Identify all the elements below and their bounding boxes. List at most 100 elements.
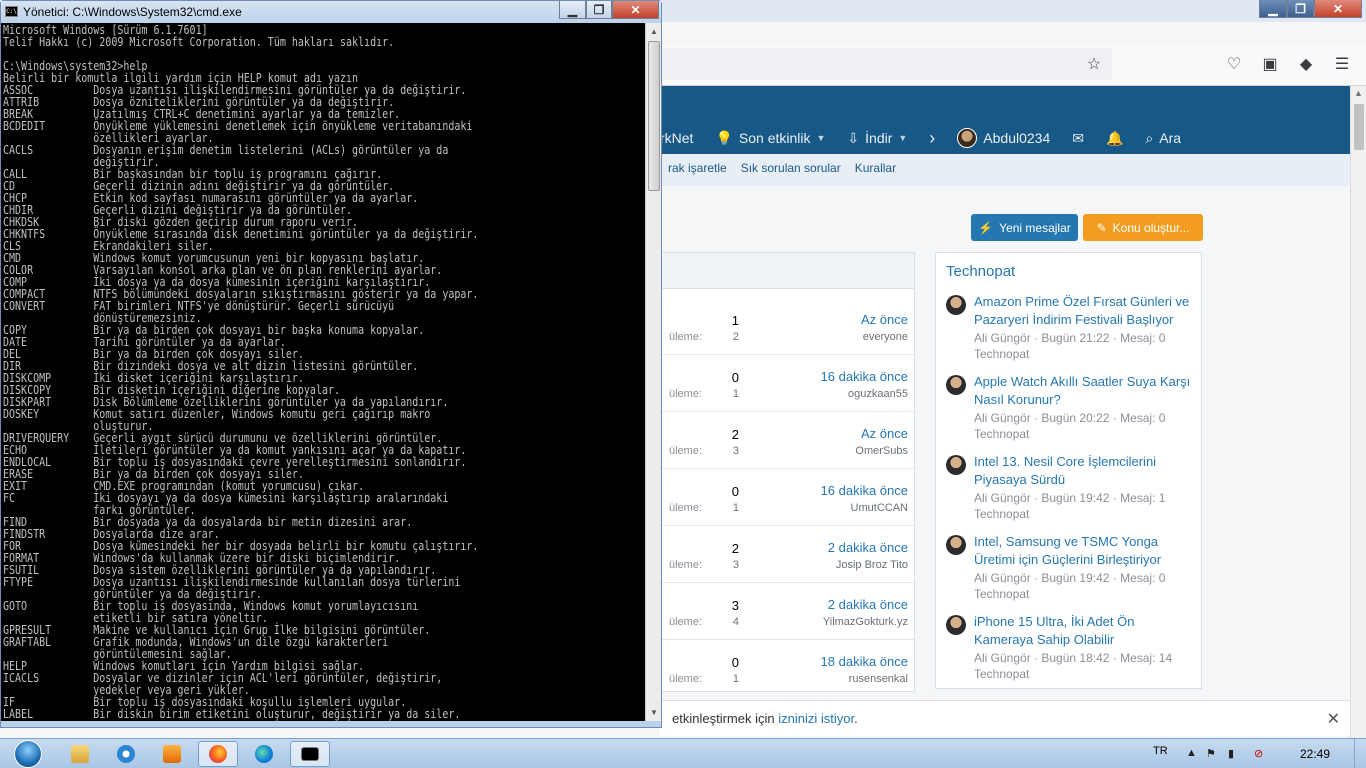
table-row[interactable]: üleme: 2 3 2 dakika önce Josip Broz Tito <box>661 526 914 583</box>
browser-close-button[interactable]: ✕ <box>1314 0 1362 18</box>
show-desktop-button[interactable] <box>1354 739 1366 768</box>
avatar[interactable] <box>946 535 966 555</box>
article-category[interactable]: Technopat <box>974 587 1029 601</box>
last-post-user[interactable]: YilmazGokturk.yz <box>823 616 908 628</box>
table-row[interactable]: üleme: 0 1 16 dakika önce oguzkaan55 <box>661 355 914 412</box>
last-post-time[interactable]: 2 dakika önce <box>828 597 908 612</box>
cmd-icon: C:\ <box>5 6 18 17</box>
scroll-up-icon[interactable]: ▲ <box>1354 88 1363 98</box>
last-post-time[interactable]: Az önce <box>861 426 908 441</box>
close-icon[interactable]: ✕ <box>1327 709 1340 729</box>
taskbar-edge[interactable] <box>244 741 284 767</box>
subnav-rules[interactable]: Kurallar <box>855 161 896 175</box>
taskbar-ie[interactable] <box>106 741 146 767</box>
avatar[interactable] <box>946 615 966 635</box>
lightbulb-icon: 💡 <box>715 129 733 146</box>
cmd-close-button[interactable]: ✕ <box>612 1 659 19</box>
article-category[interactable]: Technopat <box>974 347 1029 361</box>
volume-muted-icon[interactable]: ⊘ <box>1254 747 1263 760</box>
article-link[interactable]: Apple Watch Akıllı Saatler Suya Karşı Na… <box>974 373 1194 409</box>
article-category[interactable]: Technopat <box>974 667 1029 681</box>
alerts-button[interactable]: 🔔 <box>1106 130 1123 147</box>
last-post-time[interactable]: 16 dakika önce <box>821 369 908 384</box>
menu-icon[interactable]: ☰ <box>1332 54 1352 74</box>
taskbar-firefox[interactable] <box>198 741 238 767</box>
view-count: 1 <box>732 673 739 685</box>
language-indicator[interactable]: TR <box>1153 745 1168 757</box>
cmd-titlebar[interactable]: C:\ Yönetici: C:\Windows\System32\cmd.ex… <box>1 1 661 23</box>
last-post-time[interactable]: 2 dakika önce <box>828 540 908 555</box>
subnav-faq[interactable]: Sık sorulan sorular <box>741 161 841 175</box>
table-row[interactable]: üleme: 0 1 16 dakika önce UmutCCAN <box>661 469 914 526</box>
avatar[interactable] <box>946 455 966 475</box>
scroll-thumb[interactable] <box>1354 104 1364 150</box>
search-button[interactable]: ⌕ Ara <box>1145 130 1181 147</box>
last-post-user[interactable]: OmerSubs <box>855 445 908 457</box>
article-link[interactable]: Intel, Samsung ve TSMC Yonga Üretimi içi… <box>974 533 1194 569</box>
nav-item-recent[interactable]: 💡 Son etkinlik ▼ <box>715 130 825 147</box>
new-messages-button[interactable]: ⚡ Yeni mesajlar <box>971 214 1078 241</box>
cmd-minimize-button[interactable]: ▁ <box>559 1 586 19</box>
article-category[interactable]: Technopat <box>974 507 1029 521</box>
show-hidden-icons-icon[interactable]: ▲ <box>1186 747 1197 759</box>
article-link[interactable]: Amazon Prime Özel Fırsat Günleri ve Paza… <box>974 293 1194 329</box>
nav-more-chevron[interactable]: › <box>929 128 935 149</box>
thread-list-header <box>661 253 914 289</box>
inbox-button[interactable]: ✉ <box>1072 130 1084 147</box>
console-output[interactable]: Microsoft Windows [Sürüm 6.1.7601] Telif … <box>1 23 645 721</box>
nav-item-technet[interactable]: rkNet <box>660 130 693 146</box>
scroll-down-icon[interactable]: ▼ <box>650 708 658 717</box>
view-count: 4 <box>732 616 739 628</box>
pocket-icon[interactable]: ♡ <box>1224 54 1244 74</box>
last-post-time[interactable]: 16 dakika önce <box>821 483 908 498</box>
bookmark-star-icon[interactable]: ☆ <box>1084 54 1104 74</box>
cmd-maximize-button[interactable]: ❐ <box>586 1 612 19</box>
start-button[interactable] <box>8 739 48 768</box>
network-icon[interactable]: ▮ <box>1228 747 1234 760</box>
reply-count: 1 <box>731 313 739 328</box>
reply-count: 3 <box>731 598 739 613</box>
browser-maximize-button[interactable]: ❐ <box>1287 0 1314 18</box>
last-post-time[interactable]: 18 dakika önce <box>821 654 908 669</box>
edit-icon: ✎ <box>1096 220 1107 235</box>
thread-list: üleme: 1 2 Az önce everyone üleme: 0 1 16 dakika… <box>660 252 915 692</box>
browser-minimize-button[interactable]: ▁ <box>1259 0 1287 18</box>
widget-title[interactable]: Technopat <box>946 263 1015 280</box>
taskbar-cmd[interactable] <box>290 741 330 767</box>
subnav-mark-read[interactable]: rak işaretle <box>668 161 727 175</box>
avatar[interactable] <box>946 295 966 315</box>
table-row[interactable]: üleme: 3 4 2 dakika önce YilmazGokturk.yz <box>661 583 914 640</box>
last-post-user[interactable]: Josip Broz Tito <box>836 559 908 571</box>
taskbar-explorer[interactable] <box>60 741 100 767</box>
article-meta: Ali Güngör · Bugün 19:42 · Mesaj: 0 <box>974 571 1166 585</box>
article-category[interactable]: Technopat <box>974 427 1029 441</box>
last-post-user[interactable]: rusensenkal <box>849 673 908 685</box>
notification-permission-bar: etkinleştirmek için izninizi istiyor. ✕ <box>660 700 1350 736</box>
action-center-icon[interactable]: ⚑ <box>1206 747 1216 760</box>
last-post-user[interactable]: everyone <box>863 331 908 343</box>
new-topic-button[interactable]: ✎ Konu oluştur... <box>1083 214 1203 241</box>
table-row[interactable]: üleme: 1 2 Az önce everyone <box>661 298 914 355</box>
table-row[interactable]: üleme: 2 3 Az önce OmerSubs <box>661 412 914 469</box>
article-link[interactable]: Intel 13. Nesil Core İşlemcilerini Piyas… <box>974 453 1194 489</box>
clock[interactable]: 22:49 <box>1300 747 1330 761</box>
console-scrollbar[interactable]: ▲ ▼ <box>645 23 661 721</box>
taskbar-media-player[interactable] <box>152 741 192 767</box>
nav-item-download[interactable]: ⇩ İndir ▼ <box>847 130 907 147</box>
last-post-time[interactable]: Az önce <box>861 312 908 327</box>
extension-icon[interactable]: ◆ <box>1296 54 1316 74</box>
table-row[interactable]: üleme: 0 1 18 dakika önce rusensenkal <box>661 640 914 691</box>
scroll-up-icon[interactable]: ▲ <box>650 27 658 36</box>
reply-count: 0 <box>731 370 739 385</box>
user-menu[interactable]: Abdul0234 <box>957 128 1050 148</box>
last-post-user[interactable]: oguzkaan55 <box>848 388 908 400</box>
permission-link[interactable]: izninizi istiyor <box>778 711 854 726</box>
scroll-thumb[interactable] <box>648 41 660 191</box>
address-bar[interactable] <box>660 48 1112 80</box>
article-link[interactable]: iPhone 15 Ultra, İki Adet Ön Kameraya Sa… <box>974 613 1194 649</box>
reply-count: 2 <box>731 427 739 442</box>
browser-scrollbar[interactable]: ▲ <box>1350 86 1366 738</box>
profile-icon[interactable]: ▣ <box>1260 54 1280 74</box>
avatar[interactable] <box>946 375 966 395</box>
last-post-user[interactable]: UmutCCAN <box>851 502 908 514</box>
